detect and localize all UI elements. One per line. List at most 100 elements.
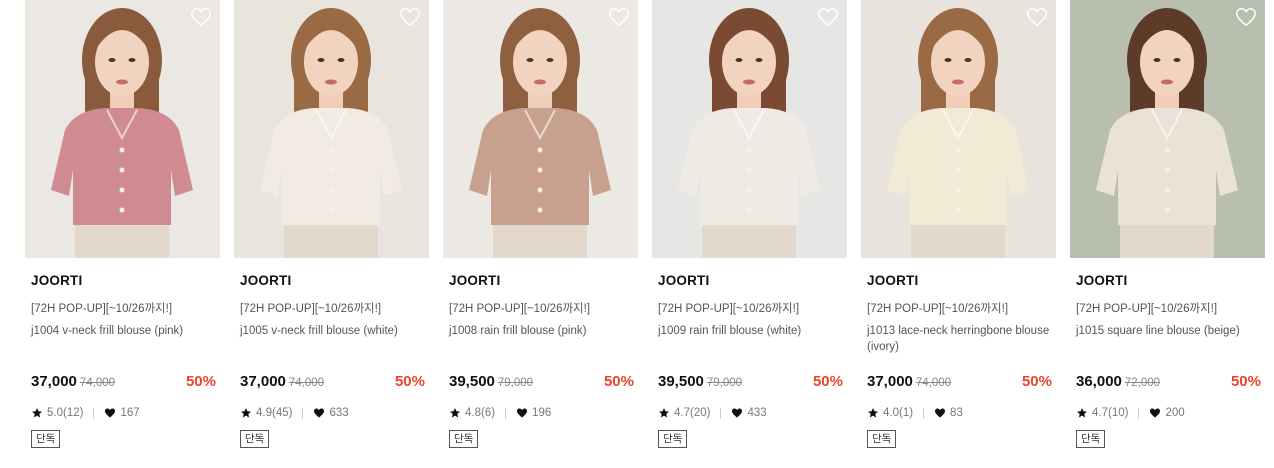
star-icon (240, 407, 252, 419)
original-price: 74,000 (79, 377, 116, 389)
rating-text: 4.9(45) (256, 407, 293, 419)
product-image[interactable] (1070, 0, 1265, 258)
heart-filled-icon (934, 407, 946, 419)
product-photo (234, 0, 429, 258)
likes-count: 633 (329, 407, 349, 419)
promo-text: [72H POP-UP][~10/26까지!] (449, 303, 591, 315)
sale-price: 37,000 (240, 373, 286, 390)
review-meta: 4.7(20) 433 (658, 405, 767, 421)
discount-rate: 50% (1230, 373, 1261, 390)
product-card[interactable]: JOORTI [72H POP-UP][~10/26까지!] j1013 lac… (861, 0, 1056, 468)
price-row: 37,000 74,000 50% (31, 373, 216, 393)
promo-text: [72H POP-UP][~10/26까지!] (1076, 303, 1218, 315)
promo-text: [72H POP-UP][~10/26까지!] (31, 303, 173, 315)
meta-divider (1138, 407, 1140, 419)
product-photo (861, 0, 1056, 258)
original-price: 72,000 (1124, 377, 1161, 389)
product-name[interactable]: j1013 lace-neck herringbone blouse (ivor… (867, 323, 1053, 355)
sale-price: 37,000 (867, 373, 913, 390)
review-meta: 5.0(12) 167 (31, 405, 140, 421)
product-image[interactable] (234, 0, 429, 258)
product-photo (25, 0, 220, 258)
product-image[interactable] (861, 0, 1056, 258)
meta-divider (93, 407, 95, 419)
likes-count: 83 (950, 407, 963, 419)
product-photo (443, 0, 638, 258)
review-meta: 4.8(6) 196 (449, 405, 551, 421)
wishlist-heart-icon[interactable] (1235, 6, 1257, 28)
sale-price: 39,500 (449, 373, 495, 390)
product-name[interactable]: j1004 v-neck frill blouse (pink) (31, 323, 217, 339)
brand-name[interactable]: JOORTI (240, 273, 291, 288)
heart-filled-icon (313, 407, 325, 419)
review-meta: 4.7(10) 200 (1076, 405, 1185, 421)
exclusive-badge: 단독 (31, 430, 61, 448)
meta-divider (505, 407, 507, 419)
product-card[interactable]: JOORTI [72H POP-UP][~10/26까지!] j1015 squ… (1070, 0, 1265, 468)
brand-name[interactable]: JOORTI (31, 273, 82, 288)
original-price: 74,000 (288, 377, 325, 389)
price-row: 36,000 72,000 50% (1076, 373, 1261, 393)
rating-text: 4.7(10) (1092, 407, 1129, 419)
heart-filled-icon (104, 407, 116, 419)
exclusive-badge: 단독 (867, 430, 897, 448)
promo-text: [72H POP-UP][~10/26까지!] (867, 303, 1009, 315)
exclusive-badge: 단독 (240, 430, 270, 448)
price-row: 37,000 74,000 50% (867, 373, 1052, 393)
promo-text: [72H POP-UP][~10/26까지!] (240, 303, 382, 315)
star-icon (658, 407, 670, 419)
wishlist-heart-icon[interactable] (190, 6, 212, 28)
wishlist-heart-icon[interactable] (399, 6, 421, 28)
price-row: 39,500 79,000 50% (658, 373, 843, 393)
product-card[interactable]: JOORTI [72H POP-UP][~10/26까지!] j1008 rai… (443, 0, 638, 468)
heart-filled-icon (731, 407, 743, 419)
likes-count: 433 (747, 407, 767, 419)
wishlist-heart-icon[interactable] (817, 6, 839, 28)
price-row: 37,000 74,000 50% (240, 373, 425, 393)
product-name[interactable]: j1015 square line blouse (beige) (1076, 323, 1262, 339)
sale-price: 39,500 (658, 373, 704, 390)
brand-name[interactable]: JOORTI (867, 273, 918, 288)
review-meta: 4.9(45) 633 (240, 405, 349, 421)
star-icon (867, 407, 879, 419)
wishlist-heart-icon[interactable] (608, 6, 630, 28)
wishlist-heart-icon[interactable] (1026, 6, 1048, 28)
rating-text: 4.0(1) (883, 407, 914, 419)
product-name[interactable]: j1005 v-neck frill blouse (white) (240, 323, 426, 339)
brand-name[interactable]: JOORTI (1076, 273, 1127, 288)
product-photo (652, 0, 847, 258)
discount-rate: 50% (1021, 373, 1052, 390)
sale-price: 37,000 (31, 373, 77, 390)
discount-rate: 50% (394, 373, 425, 390)
likes-count: 196 (532, 407, 552, 419)
product-name[interactable]: j1009 rain frill blouse (white) (658, 323, 844, 339)
promo-text: [72H POP-UP][~10/26까지!] (658, 303, 800, 315)
heart-filled-icon (1149, 407, 1161, 419)
product-image[interactable] (25, 0, 220, 258)
star-icon (31, 407, 43, 419)
original-price: 74,000 (915, 377, 952, 389)
product-image[interactable] (443, 0, 638, 258)
product-name[interactable]: j1008 rain frill blouse (pink) (449, 323, 635, 339)
product-image[interactable] (652, 0, 847, 258)
product-photo (1070, 0, 1265, 258)
original-price: 79,000 (497, 377, 534, 389)
heart-filled-icon (516, 407, 528, 419)
price-row: 39,500 79,000 50% (449, 373, 634, 393)
brand-name[interactable]: JOORTI (449, 273, 500, 288)
likes-count: 167 (120, 407, 140, 419)
exclusive-badge: 단독 (449, 430, 479, 448)
brand-name[interactable]: JOORTI (658, 273, 709, 288)
product-card[interactable]: JOORTI [72H POP-UP][~10/26까지!] j1005 v-n… (234, 0, 429, 468)
meta-divider (302, 407, 304, 419)
discount-rate: 50% (185, 373, 216, 390)
meta-divider (923, 407, 925, 419)
product-card[interactable]: JOORTI [72H POP-UP][~10/26까지!] j1004 v-n… (25, 0, 220, 468)
review-meta: 4.0(1) 83 (867, 405, 963, 421)
star-icon (1076, 407, 1088, 419)
exclusive-badge: 단독 (658, 430, 688, 448)
sale-price: 36,000 (1076, 373, 1122, 390)
star-icon (449, 407, 461, 419)
original-price: 79,000 (706, 377, 743, 389)
product-card[interactable]: JOORTI [72H POP-UP][~10/26까지!] j1009 rai… (652, 0, 847, 468)
